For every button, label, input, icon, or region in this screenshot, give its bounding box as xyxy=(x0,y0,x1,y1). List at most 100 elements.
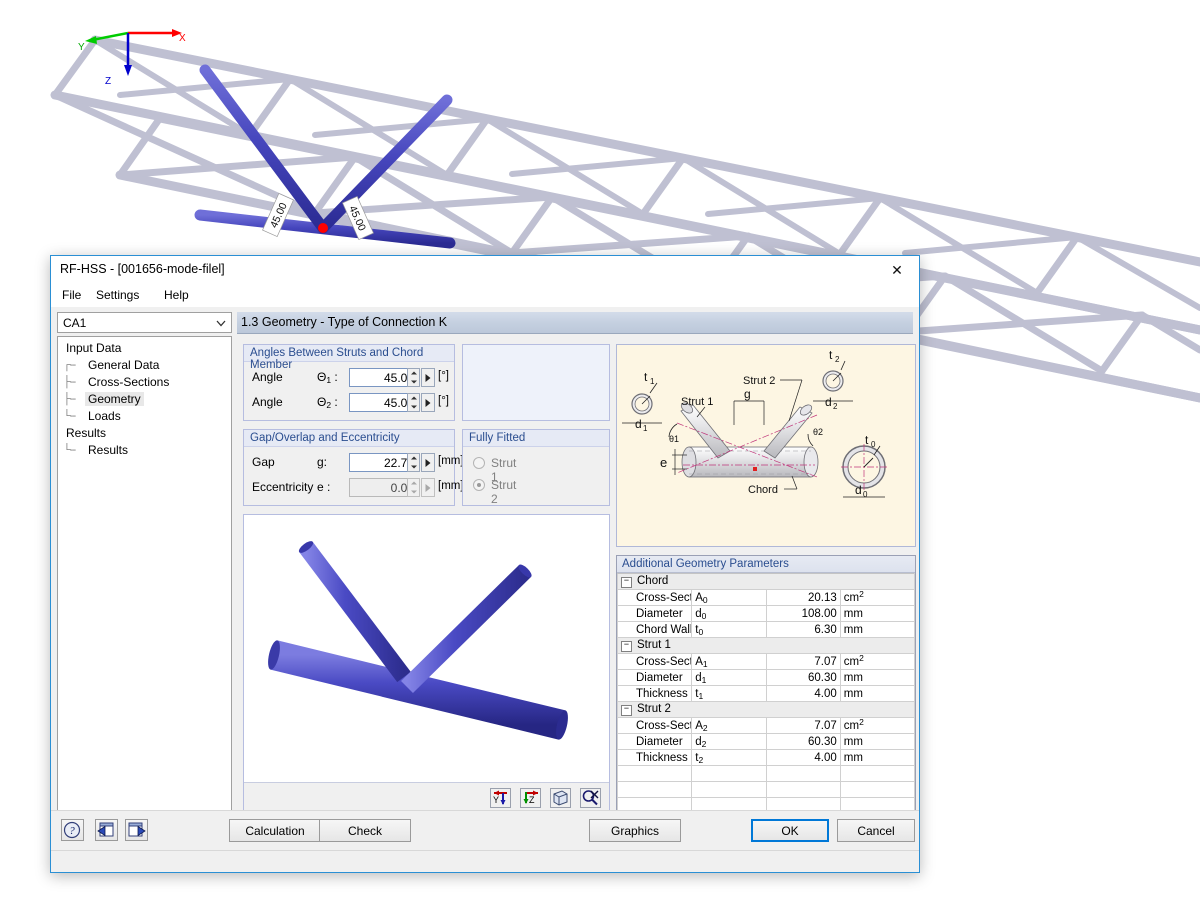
symbol-cell: A1 xyxy=(691,653,767,670)
zoom-reset-icon[interactable] xyxy=(580,788,601,808)
ok-button[interactable]: OK xyxy=(751,819,829,842)
angle1-symbol: Θ1 : xyxy=(317,370,338,385)
axis-label-x: X xyxy=(179,33,186,44)
angle2-select-button[interactable] xyxy=(421,393,435,412)
table-row[interactable]: Cross-Sectional Area A2 7.07 cm2 xyxy=(617,717,915,734)
eccentricity-stepper[interactable] xyxy=(407,478,420,497)
view-y-direction-icon[interactable]: Y xyxy=(490,788,511,808)
empty-info-panel xyxy=(462,344,610,421)
table-row[interactable]: Cross-Sectional Area A1 7.07 cm2 xyxy=(617,653,915,670)
gap-group-title: Gap/Overlap and Eccentricity xyxy=(244,430,454,447)
table-row[interactable]: Diameter d0 108.00 mm xyxy=(617,605,915,622)
calculation-button[interactable]: Calculation xyxy=(229,819,321,842)
graphics-button[interactable]: Graphics xyxy=(589,819,681,842)
menubar: File Settings Help xyxy=(51,285,919,307)
connection-3d-preview[interactable]: Y Z xyxy=(243,514,610,814)
gap-stepper[interactable] xyxy=(407,453,420,472)
table-row[interactable]: Thickness t2 4.00 mm xyxy=(617,749,915,766)
angles-group: Angles Between Struts and Chord Member A… xyxy=(243,344,455,421)
design-case-select[interactable]: CA1 xyxy=(57,312,232,333)
table-row[interactable]: Chord Wall Thickness t0 6.30 mm xyxy=(617,621,915,638)
symbol-cell: t2 xyxy=(691,749,767,766)
table-row-group[interactable]: − Strut 1 xyxy=(617,637,915,654)
navigation-tree[interactable]: Input Data ┌-- General Data ├-- Cross-Sect… xyxy=(57,336,232,863)
table-row-group[interactable]: − Strut 2 xyxy=(617,701,915,718)
tree-item-input-data[interactable]: Input Data xyxy=(58,340,231,357)
gap-select-button[interactable] xyxy=(421,453,435,472)
menu-help[interactable]: Help xyxy=(158,287,195,307)
angle2-symbol: Θ2 : xyxy=(317,395,338,410)
page-title: 1.3 Geometry - Type of Connection K xyxy=(237,312,913,334)
dialog-title: RF-HSS - [001656-mode-filel] xyxy=(60,262,225,276)
intersection-point xyxy=(753,467,757,471)
svg-text:0: 0 xyxy=(863,490,868,499)
angle2-label: Angle xyxy=(252,395,283,409)
tree-item-general-data[interactable]: ┌-- General Data xyxy=(63,357,231,374)
connection-node xyxy=(318,223,328,233)
collapse-icon[interactable]: − xyxy=(621,705,632,716)
table-row-group[interactable]: − Chord xyxy=(617,573,915,590)
angle1-select-button[interactable] xyxy=(421,368,435,387)
svg-text:2: 2 xyxy=(835,355,840,364)
angle1-stepper[interactable] xyxy=(407,368,420,387)
fully-fitted-group: Fully Fitted Strut 1 Strut 2 xyxy=(462,429,610,506)
additional-geometry-parameters[interactable]: Additional Geometry Parameters − Chord Cr… xyxy=(616,555,916,814)
collapse-icon[interactable]: − xyxy=(621,641,632,652)
eccentricity-label: Eccentricity xyxy=(252,480,314,494)
cancel-button[interactable]: Cancel xyxy=(837,819,915,842)
table-row-empty[interactable] xyxy=(617,781,915,798)
svg-text:Z: Z xyxy=(529,795,535,805)
table-row[interactable]: Diameter d1 60.30 mm xyxy=(617,669,915,686)
table-row[interactable]: Cross-Sectional Area A0 20.13 cm2 xyxy=(617,589,915,606)
close-icon[interactable]: ✕ xyxy=(875,256,919,284)
next-icon[interactable] xyxy=(125,819,148,841)
dialog-titlebar[interactable]: RF-HSS - [001656-mode-filel] ✕ xyxy=(51,256,919,285)
symbol-cell: d0 xyxy=(691,605,767,622)
view-z-direction-icon[interactable]: Z xyxy=(520,788,541,808)
eccentricity-unit: [mm] xyxy=(438,480,464,492)
eccentricity-select-button[interactable] xyxy=(421,478,435,497)
tree-item-cross-sections[interactable]: ├-- Cross-Sections xyxy=(63,374,231,391)
help-icon[interactable]: ? xyxy=(61,819,84,841)
symbol-cell: A2 xyxy=(691,717,767,734)
svg-text:2: 2 xyxy=(833,402,838,411)
axis-label-y: Y xyxy=(78,42,85,53)
check-button[interactable]: Check xyxy=(319,819,411,842)
tree-item-loads[interactable]: └-- Loads xyxy=(63,408,231,425)
unit-cell: cm2 xyxy=(839,653,915,670)
parameters-table: −Chord Cross-Sectional Area A0 20.13 cm2… xyxy=(617,573,915,813)
isometric-view-icon[interactable] xyxy=(550,788,571,808)
unit-cell: cm2 xyxy=(839,589,915,606)
design-case-value: CA1 xyxy=(63,316,87,330)
fully-fitted-title: Fully Fitted xyxy=(463,430,609,447)
tree-item-results[interactable]: └-- Results xyxy=(63,442,231,459)
unit-cell: cm2 xyxy=(839,717,915,734)
eccentricity-symbol: e : xyxy=(317,480,331,494)
parameters-table-title: Additional Geometry Parameters xyxy=(617,556,915,573)
table-row[interactable]: Thickness t1 4.00 mm xyxy=(617,685,915,702)
menu-settings[interactable]: Settings xyxy=(90,287,145,307)
group-strut-2: − Strut 2 xyxy=(617,701,915,718)
angle2-stepper[interactable] xyxy=(407,393,420,412)
svg-text:0: 0 xyxy=(871,440,876,449)
svg-text:d: d xyxy=(635,417,642,431)
axis-label-z: Z xyxy=(105,76,111,87)
previous-icon[interactable] xyxy=(95,819,118,841)
table-row-empty[interactable] xyxy=(617,765,915,782)
symbol-cell: d2 xyxy=(691,733,767,750)
svg-text:d: d xyxy=(855,483,862,497)
svg-text:1: 1 xyxy=(643,424,648,433)
symbol-cell: d1 xyxy=(691,669,767,686)
svg-text:Y: Y xyxy=(493,795,499,805)
collapse-icon[interactable]: − xyxy=(621,577,632,588)
rf-hss-dialog: RF-HSS - [001656-mode-filel] ✕ File Sett… xyxy=(50,255,920,873)
tree-item-geometry[interactable]: ├-- Geometry xyxy=(63,391,231,408)
table-row[interactable]: Diameter d2 60.30 mm xyxy=(617,733,915,750)
menu-file[interactable]: File xyxy=(56,287,87,307)
radio-strut-1-indicator xyxy=(473,457,485,469)
preview-chord xyxy=(268,640,568,740)
connection-reference-diagram: t 1 d 1 t 2 d 2 t 0 d 0 g e θ1 θ2 Strut … xyxy=(616,344,916,547)
chord-label: Chord xyxy=(748,484,778,496)
tree-item-results-group[interactable]: Results xyxy=(58,425,231,442)
symbol-cell: t1 xyxy=(691,685,767,702)
